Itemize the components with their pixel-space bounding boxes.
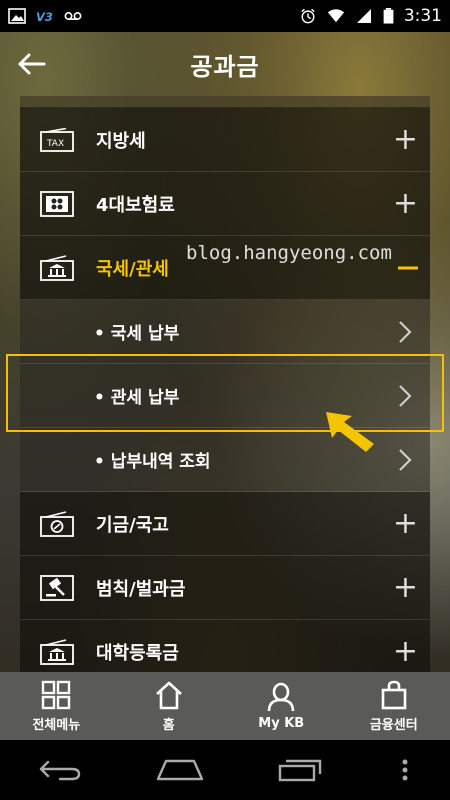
nav-all-menu[interactable]: 전체메뉴 (0, 672, 113, 740)
recents-icon (278, 759, 322, 782)
svg-text:V3: V3 (36, 10, 53, 24)
chevron-right-icon (399, 320, 412, 343)
menu-item-tuition[interactable]: 대학등록금 + (20, 620, 430, 672)
menu-item-label: 4대보험료 (96, 194, 175, 216)
submenu-item-label: • 관세 납부 (94, 388, 180, 408)
wifi-icon (327, 9, 344, 23)
menu-item-fines[interactable]: 범칙/벌과금 + (20, 556, 430, 620)
menu-item-label: 범칙/벌과금 (96, 578, 186, 600)
image-icon (8, 8, 26, 24)
more-icon (402, 759, 408, 781)
system-back-button[interactable] (35, 755, 85, 785)
system-recents-button[interactable] (275, 755, 325, 785)
grid-menu-icon (42, 680, 71, 709)
submenu-item-national-tax-payment[interactable]: • 국세 납부 (20, 300, 430, 364)
nav-label: 홈 (162, 717, 175, 733)
svg-text:TAX: TAX (46, 139, 64, 149)
arrow-left-icon (18, 53, 46, 75)
list-scroll-edge (20, 96, 430, 108)
insurance-icon (40, 190, 74, 217)
nav-label: 전체메뉴 (32, 717, 81, 733)
pointer-arrow-icon (326, 412, 374, 452)
plus-icon: + (392, 185, 418, 221)
menu-item-label: 국세/관세 (96, 258, 169, 280)
status-bar: V3 3:31 (0, 0, 450, 32)
chevron-right-icon (399, 448, 412, 471)
plus-icon: + (392, 633, 418, 669)
menu-item-label: 대학등록금 (96, 642, 179, 664)
v3-icon: V3 (36, 10, 53, 24)
app-header: 공과금 (0, 32, 450, 96)
watermark: blog.hangyeong.com (186, 242, 392, 264)
shopping-bag-icon (381, 680, 407, 709)
nav-label: My KB (258, 715, 305, 731)
plus-icon: + (392, 121, 418, 157)
nav-financial-center[interactable]: 금융센터 (338, 672, 450, 740)
status-time: 3:31 (403, 6, 442, 26)
submenu-item-label: • 국세 납부 (94, 324, 180, 344)
minus-icon (398, 266, 418, 269)
voicemail-icon (64, 12, 82, 20)
plus-icon: + (392, 505, 418, 541)
back-button[interactable] (14, 48, 48, 80)
menu-list: TAX 지방세 + 4대보험료 + 국세/관세 • 국세 납부 • 관세 납부 … (20, 96, 430, 672)
home-icon (156, 759, 204, 781)
tax-icon: TAX (40, 127, 74, 153)
chevron-right-icon (399, 384, 412, 407)
plus-icon: + (392, 569, 418, 605)
gavel-icon (40, 574, 74, 601)
government-icon (40, 254, 74, 281)
nav-label: 금융센터 (369, 717, 418, 733)
page-title: 공과금 (190, 52, 260, 81)
fund-icon (40, 510, 74, 537)
nav-home[interactable]: 홈 (113, 672, 226, 740)
menu-item-label: 기금/국고 (96, 514, 169, 536)
system-nav-bar (0, 740, 450, 800)
person-icon (267, 682, 295, 711)
menu-item-insurance[interactable]: 4대보험료 + (20, 172, 430, 236)
system-more-button[interactable] (395, 755, 415, 785)
nav-my-kb[interactable]: My KB (225, 672, 338, 740)
home-icon (155, 681, 182, 709)
menu-item-label: 지방세 (96, 130, 146, 152)
university-icon (40, 638, 74, 665)
menu-item-fund[interactable]: 기금/국고 + (20, 492, 430, 556)
bottom-nav: 전체메뉴 홈 My KB 금융센터 (0, 672, 450, 740)
back-icon (39, 760, 81, 781)
signal-icon (356, 9, 371, 23)
alarm-icon (301, 8, 315, 24)
battery-icon (383, 8, 394, 24)
menu-item-local-tax[interactable]: TAX 지방세 + (20, 108, 430, 172)
system-home-button[interactable] (155, 755, 205, 785)
submenu-item-label: • 납부내역 조회 (94, 452, 211, 472)
